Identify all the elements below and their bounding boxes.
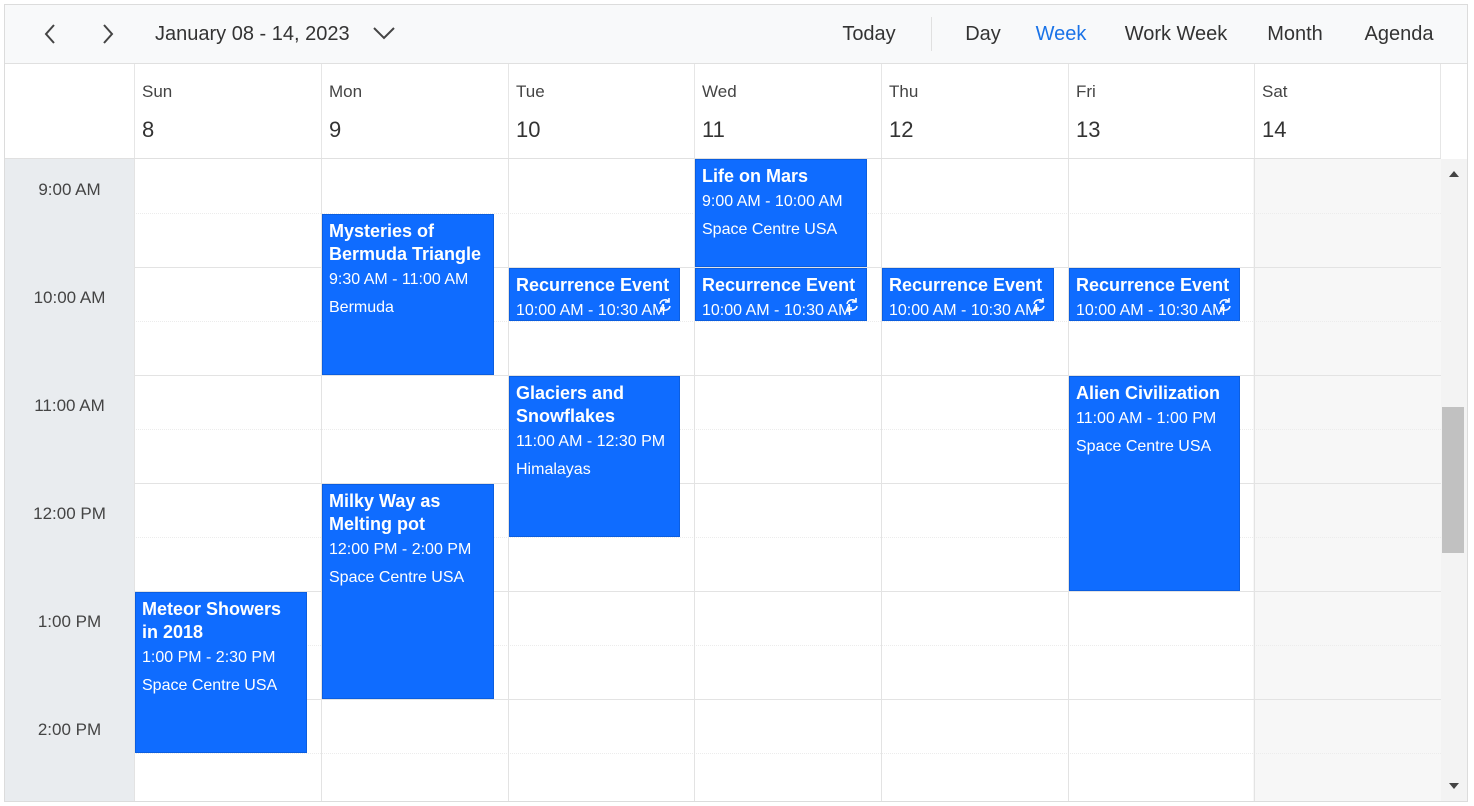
- day-name: Sat: [1262, 82, 1288, 101]
- event-location: Himalayas: [516, 461, 591, 478]
- time-column: 9:00 AM 10:00 AM 11:00 AM 12:00 PM 1:00 …: [5, 159, 134, 801]
- day-header-tue[interactable]: Tue 10: [508, 64, 694, 158]
- event-mysteries-of-bermuda-triangle[interactable]: Mysteries of Bermuda Triangle 9:30 AM - …: [322, 214, 494, 375]
- event-location: Space Centre USA: [142, 677, 278, 694]
- event-glaciers-and-snowflakes[interactable]: Glaciers and Snowflakes 11:00 AM - 12:30…: [509, 376, 680, 537]
- event-title: Recurrence Event: [702, 275, 856, 295]
- scroll-down-arrow-icon[interactable]: [1449, 783, 1459, 789]
- vertical-scrollbar[interactable]: [1441, 159, 1467, 801]
- day-number: 10: [516, 117, 541, 142]
- event-title: Glaciers and Snowflakes: [516, 383, 625, 426]
- event-recurrence-thu[interactable]: Recurrence Event 10:00 AM - 10:30 AM: [882, 268, 1054, 321]
- event-location: Space Centre USA: [1076, 438, 1212, 455]
- date-range-label: January 08 - 14, 2023: [155, 22, 350, 45]
- prev-button[interactable]: [35, 5, 65, 63]
- event-life-on-mars[interactable]: Life on Mars 9:00 AM - 10:00 AM Space Ce…: [695, 159, 867, 267]
- day-name: Fri: [1076, 82, 1096, 101]
- event-location: Space Centre USA: [702, 221, 838, 238]
- event-location: Bermuda: [329, 299, 394, 316]
- event-title: Mysteries of Bermuda Triangle: [329, 221, 482, 264]
- day-number: 8: [142, 117, 155, 142]
- day-name: Mon: [329, 82, 363, 101]
- day-header-wed[interactable]: Wed 11: [694, 64, 881, 158]
- toolbar-divider: [931, 17, 932, 51]
- day-number: 9: [329, 117, 342, 142]
- event-time: 9:00 AM - 10:00 AM: [702, 193, 843, 210]
- event-alien-civilization[interactable]: Alien Civilization 11:00 AM - 1:00 PM Sp…: [1069, 376, 1240, 591]
- event-time: 1:00 PM - 2:30 PM: [142, 649, 276, 666]
- event-recurrence-fri[interactable]: Recurrence Event 10:00 AM - 10:30 AM: [1069, 268, 1240, 321]
- event-title: Meteor Showers in 2018: [142, 599, 282, 642]
- hour-line: [134, 699, 1441, 700]
- chevron-right-icon: [101, 23, 115, 45]
- day-name: Wed: [702, 82, 737, 101]
- day-number: 13: [1076, 117, 1101, 142]
- event-time: 10:00 AM - 10:30 AM: [702, 302, 852, 319]
- day-header-mon[interactable]: Mon 9: [321, 64, 508, 158]
- half-hour-line: [134, 429, 1441, 430]
- hour-line: [134, 375, 1441, 376]
- view-month-button[interactable]: Month: [1255, 5, 1335, 63]
- next-button[interactable]: [93, 5, 123, 63]
- scroll-up-arrow-icon[interactable]: [1449, 171, 1459, 177]
- time-label: 9:00 AM: [38, 180, 101, 199]
- time-label: 1:00 PM: [37, 612, 102, 631]
- event-meteor-showers-in-2018[interactable]: Meteor Showers in 2018 1:00 PM - 2:30 PM…: [135, 592, 307, 753]
- event-time: 10:00 AM - 10:30 AM: [516, 302, 666, 319]
- day-header-sun[interactable]: Sun 8: [134, 64, 321, 158]
- time-label: 11:00 AM: [34, 396, 105, 415]
- time-label: 12:00 PM: [33, 504, 106, 523]
- event-milky-way-as-melting-pot[interactable]: Milky Way as Melting pot 12:00 PM - 2:00…: [322, 484, 494, 699]
- recurrence-icon: [1031, 297, 1047, 318]
- view-week-button[interactable]: Week: [1027, 5, 1095, 63]
- event-recurrence-wed[interactable]: Recurrence Event 10:00 AM - 10:30 AM: [695, 268, 867, 321]
- time-label: 10:00 AM: [33, 288, 106, 307]
- event-location: Space Centre USA: [329, 569, 465, 586]
- chevron-left-icon: [43, 23, 57, 45]
- event-title: Life on Mars: [702, 166, 809, 186]
- day-header-thu[interactable]: Thu 12: [881, 64, 1068, 158]
- day-column-line: [1254, 159, 1255, 801]
- event-title: Recurrence Event: [516, 275, 670, 295]
- day-name: Thu: [889, 82, 919, 101]
- recurrence-icon: [1217, 297, 1233, 318]
- scheduler: January 08 - 14, 2023 Today Day Week Wor…: [4, 4, 1468, 802]
- view-agenda-button[interactable]: Agenda: [1355, 5, 1443, 63]
- date-range-picker[interactable]: January 08 - 14, 2023: [155, 5, 396, 63]
- day-column-line: [881, 159, 882, 801]
- day-header-fri[interactable]: Fri 13: [1068, 64, 1254, 158]
- recurrence-icon: [844, 297, 860, 318]
- event-title: Recurrence Event: [889, 275, 1043, 295]
- half-hour-line: [134, 753, 1441, 754]
- event-time: 10:00 AM - 10:30 AM: [889, 302, 1039, 319]
- calendar-grid[interactable]: Life on Mars 9:00 AM - 10:00 AM Space Ce…: [134, 159, 1441, 801]
- event-title: Alien Civilization: [1076, 383, 1221, 403]
- day-number: 14: [1262, 117, 1287, 142]
- today-button[interactable]: Today: [835, 5, 903, 63]
- event-title: Milky Way as Melting pot: [329, 491, 441, 534]
- chevron-down-icon: [372, 23, 396, 46]
- day-name: Sun: [142, 82, 173, 101]
- recurrence-icon: [657, 297, 673, 318]
- day-name: Tue: [516, 82, 545, 101]
- scrollbar-thumb[interactable]: [1442, 407, 1464, 553]
- day-header-sat[interactable]: Sat 14: [1254, 64, 1441, 158]
- event-time: 11:00 AM - 12:30 PM: [516, 433, 666, 450]
- view-work-week-button[interactable]: Work Week: [1115, 5, 1237, 63]
- event-time: 10:00 AM - 10:30 AM: [1076, 302, 1226, 319]
- weekend-shade: [1253, 159, 1441, 801]
- event-time: 11:00 AM - 1:00 PM: [1076, 410, 1217, 427]
- scheduler-toolbar: January 08 - 14, 2023 Today Day Week Wor…: [5, 5, 1467, 64]
- event-title: Recurrence Event: [1076, 275, 1230, 295]
- time-label: 2:00 PM: [37, 720, 102, 739]
- day-number: 11: [702, 117, 725, 142]
- event-recurrence-tue[interactable]: Recurrence Event 10:00 AM - 10:30 AM: [509, 268, 680, 321]
- event-time: 12:00 PM - 2:00 PM: [329, 541, 472, 558]
- view-day-button[interactable]: Day: [955, 5, 1011, 63]
- event-time: 9:30 AM - 11:00 AM: [329, 271, 469, 288]
- day-number: 12: [889, 117, 914, 142]
